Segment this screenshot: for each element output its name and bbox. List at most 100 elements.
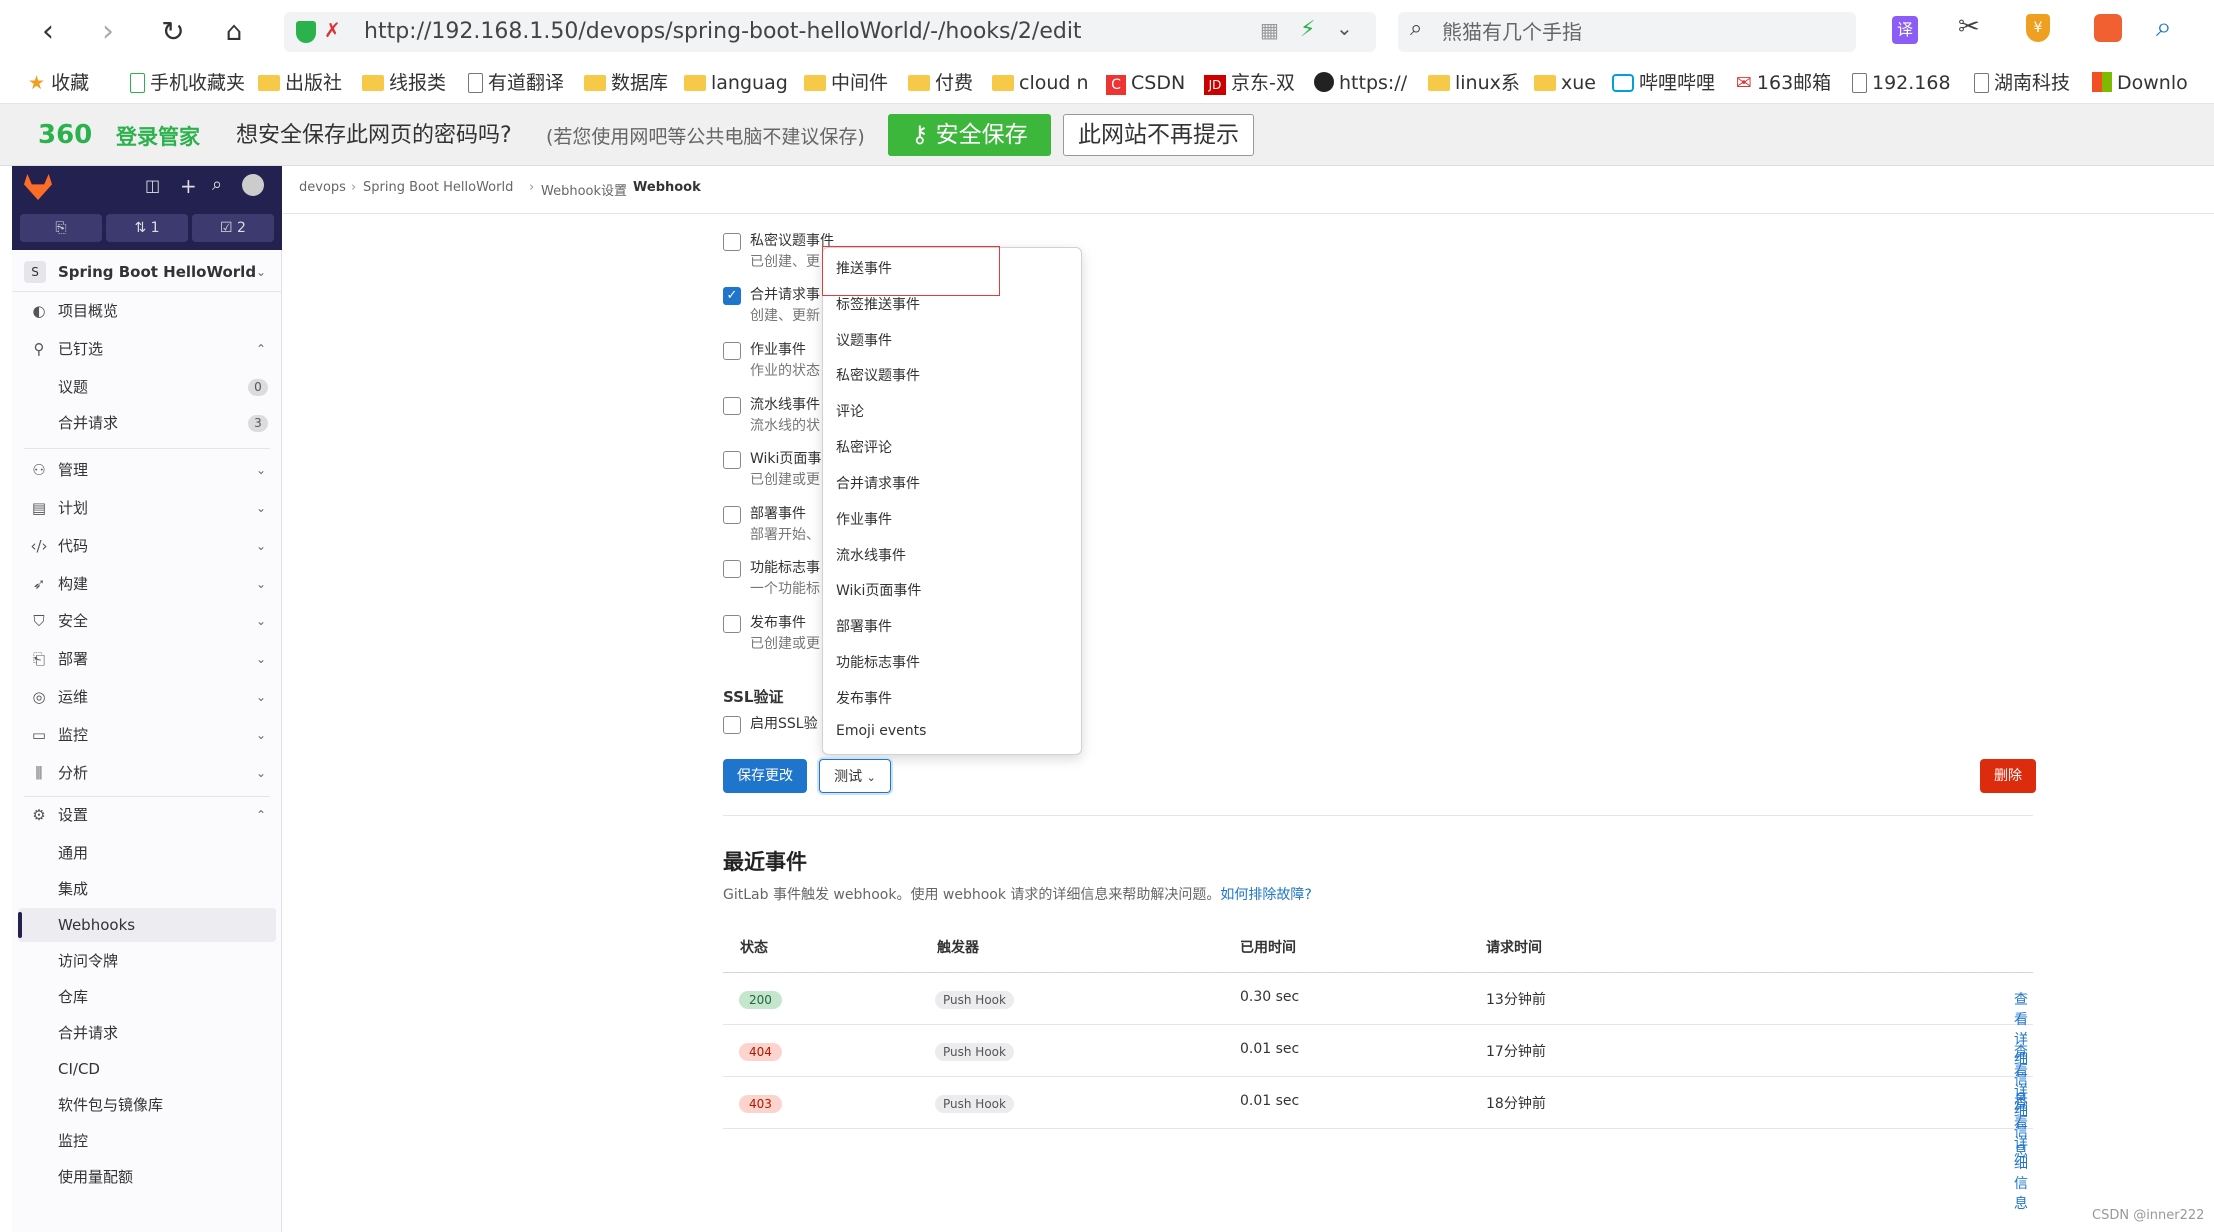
translate-icon[interactable]: 译 bbox=[1892, 16, 1918, 44]
sidebar-item-monitor[interactable]: ▭ 监控 ⌄ bbox=[12, 718, 282, 752]
settings-item-access-tokens[interactable]: 访问令牌 bbox=[12, 944, 282, 978]
speed-mode-icon[interactable]: ⚡ bbox=[1300, 17, 1315, 42]
plus-icon[interactable]: + bbox=[180, 174, 197, 198]
troubleshoot-link[interactable]: 如何排除故障? bbox=[1220, 887, 1311, 903]
settings-item-merge-requests[interactable]: 合并请求 bbox=[12, 1016, 282, 1050]
bookmark-mobile[interactable]: 手机收藏夹 bbox=[130, 70, 245, 96]
ssl-checkbox[interactable] bbox=[723, 716, 741, 734]
wallet-icon[interactable]: ¥ bbox=[2026, 14, 2050, 42]
dropdown-item-comments[interactable]: 评论 bbox=[836, 401, 864, 421]
reload-icon[interactable]: ↻ bbox=[153, 12, 193, 52]
sidebar-item-deploy[interactable]: ⎗ 部署 ⌄ bbox=[12, 642, 282, 676]
merge-requests-counter[interactable]: ⇅ 1 bbox=[106, 214, 188, 242]
breadcrumb-item[interactable]: Spring Boot HelloWorld bbox=[363, 180, 513, 195]
game-icon[interactable] bbox=[2094, 14, 2122, 42]
sidebar-toggle-icon[interactable]: ◫ bbox=[145, 176, 160, 195]
event-checkbox[interactable] bbox=[723, 615, 741, 633]
dropdown-item-confidential-comments[interactable]: 私密评论 bbox=[836, 437, 892, 457]
dropdown-item-merge-request-events[interactable]: 合并请求事件 bbox=[836, 473, 920, 493]
bookmark-folder[interactable]: languag bbox=[684, 70, 788, 96]
bookmark-folder[interactable]: 中间件 bbox=[804, 70, 888, 96]
back-icon[interactable]: ‹ bbox=[28, 12, 68, 52]
dropdown-item-emoji-events[interactable]: Emoji events bbox=[836, 723, 926, 739]
home-icon[interactable]: ⌂ bbox=[214, 12, 254, 52]
search-icon[interactable]: ⌕ bbox=[212, 174, 222, 195]
bookmark-folder[interactable]: linux系 bbox=[1428, 70, 1520, 96]
issues-counter[interactable]: ⎘ bbox=[20, 214, 102, 242]
sidebar-item-secure[interactable]: ⛉ 安全 ⌄ bbox=[12, 604, 282, 638]
bookmark-163[interactable]: ✉ 163邮箱 bbox=[1736, 70, 1831, 96]
delete-button[interactable]: 删除 bbox=[1980, 759, 2036, 793]
breadcrumb-item[interactable]: devops bbox=[299, 180, 346, 195]
settings-item-monitor[interactable]: 监控 bbox=[12, 1124, 282, 1158]
bookmark-csdn[interactable]: C CSDN bbox=[1106, 70, 1185, 96]
sidebar-item-issues[interactable]: 议题 0 bbox=[12, 370, 282, 404]
safe-save-button[interactable]: ⚷ 安全保存 bbox=[888, 114, 1051, 156]
sidebar-item-operate[interactable]: ◎ 运维 ⌄ bbox=[12, 680, 282, 714]
bookmark-page[interactable]: 有道翻译 bbox=[468, 70, 564, 96]
breadcrumb-item[interactable]: Webhook设置 bbox=[541, 180, 627, 199]
sidebar-item-plan[interactable]: ▤ 计划 ⌄ bbox=[12, 491, 282, 525]
bookmark-page[interactable]: 192.168 bbox=[1852, 70, 1951, 96]
view-details-link[interactable]: 查看详细信息 bbox=[2014, 1093, 2033, 1213]
never-prompt-button[interactable]: 此网站不再提示 bbox=[1063, 114, 1254, 156]
dropdown-item-push-events[interactable]: 推送事件 bbox=[836, 258, 892, 278]
dropdown-item-deployment-events[interactable]: 部署事件 bbox=[836, 616, 892, 636]
magnifier-icon[interactable]: ⌕ bbox=[2156, 10, 2172, 44]
settings-item-general[interactable]: 通用 bbox=[12, 836, 282, 870]
chevron-down-icon[interactable]: ⌄ bbox=[1336, 16, 1353, 40]
bookmark-folder[interactable]: 出版社 bbox=[258, 70, 342, 96]
sidebar-item-settings[interactable]: ⚙ 设置 ⌃ bbox=[12, 798, 282, 832]
event-checkbox[interactable] bbox=[723, 506, 741, 524]
bookmark-jd[interactable]: JD 京东-双 bbox=[1204, 70, 1295, 96]
qr-icon[interactable]: ▦ bbox=[1260, 18, 1279, 42]
bookmark-github[interactable]: https:// bbox=[1314, 70, 1407, 96]
search-field[interactable]: ⌕ 熊猫有几个手指 bbox=[1398, 12, 1856, 52]
bookmark-folder[interactable]: cloud n bbox=[992, 70, 1089, 96]
bookmark-bilibili[interactable]: 哔哩哔哩 bbox=[1612, 70, 1715, 96]
event-checkbox[interactable] bbox=[723, 397, 741, 415]
dropdown-item-issue-events[interactable]: 议题事件 bbox=[836, 330, 892, 350]
project-switcher[interactable]: S Spring Boot HelloWorld ⌄ bbox=[12, 252, 282, 292]
sidebar-item-merge-requests[interactable]: 合并请求 3 bbox=[12, 406, 282, 440]
settings-item-usage-quotas[interactable]: 使用量配额 bbox=[12, 1160, 282, 1194]
test-dropdown-button[interactable]: 测试 ⌄ bbox=[819, 759, 891, 793]
dropdown-item-job-events[interactable]: 作业事件 bbox=[836, 509, 892, 529]
event-checkbox[interactable]: ✓ bbox=[723, 287, 741, 305]
bookmark-page[interactable]: 湖南科技 bbox=[1974, 70, 2070, 96]
settings-item-cicd[interactable]: CI/CD bbox=[12, 1052, 282, 1086]
sidebar-item-pinned[interactable]: ⚲ 已钉选 ⌃ bbox=[12, 332, 282, 366]
avatar[interactable] bbox=[242, 174, 264, 196]
settings-item-integrations[interactable]: 集成 bbox=[12, 872, 282, 906]
forward-icon[interactable]: › bbox=[88, 12, 128, 52]
sidebar-item-manage[interactable]: ⚇ 管理 ⌄ bbox=[12, 453, 282, 487]
dropdown-item-pipeline-events[interactable]: 流水线事件 bbox=[836, 545, 906, 565]
url-field[interactable]: ✗ http://192.168.1.50/devops/spring-boot… bbox=[284, 12, 1376, 52]
todo-counter[interactable]: ☑ 2 bbox=[192, 214, 274, 242]
dropdown-item-release-events[interactable]: 发布事件 bbox=[836, 688, 892, 708]
sidebar-item-build[interactable]: ➶ 构建 ⌄ bbox=[12, 567, 282, 601]
settings-item-repository[interactable]: 仓库 bbox=[12, 980, 282, 1014]
dropdown-item-feature-flag-events[interactable]: 功能标志事件 bbox=[836, 652, 920, 672]
settings-item-webhooks[interactable]: Webhooks bbox=[18, 908, 276, 942]
bookmark-folder[interactable]: 付费 bbox=[908, 70, 973, 96]
event-checkbox[interactable] bbox=[723, 560, 741, 578]
sidebar-item-overview[interactable]: ◐ 项目概览 bbox=[12, 294, 282, 328]
save-changes-button[interactable]: 保存更改 bbox=[723, 759, 807, 793]
bookmark-favorites[interactable]: ★ 收藏 bbox=[28, 70, 89, 96]
sidebar-item-code[interactable]: ‹/› 代码 ⌄ bbox=[12, 529, 282, 563]
bookmark-folder[interactable]: xue bbox=[1534, 70, 1596, 96]
dropdown-item-wiki-events[interactable]: Wiki页面事件 bbox=[836, 580, 921, 600]
event-checkbox[interactable] bbox=[723, 451, 741, 469]
sidebar-item-analyze[interactable]: ⫼ 分析 ⌄ bbox=[12, 756, 282, 790]
bookmark-download[interactable]: Downlo bbox=[2092, 70, 2188, 96]
bookmark-folder[interactable]: 线报类 bbox=[362, 70, 446, 96]
event-checkbox[interactable] bbox=[723, 342, 741, 360]
event-checkbox[interactable] bbox=[723, 233, 741, 251]
bookmark-folder[interactable]: 数据库 bbox=[584, 70, 668, 96]
dropdown-item-tag-push-events[interactable]: 标签推送事件 bbox=[836, 294, 920, 314]
dropdown-item-confidential-issue-events[interactable]: 私密议题事件 bbox=[836, 365, 920, 385]
scissors-icon[interactable]: ✂ bbox=[1958, 12, 1980, 42]
gitlab-logo-icon[interactable] bbox=[24, 174, 52, 200]
settings-item-packages[interactable]: 软件包与镜像库 bbox=[12, 1088, 282, 1122]
